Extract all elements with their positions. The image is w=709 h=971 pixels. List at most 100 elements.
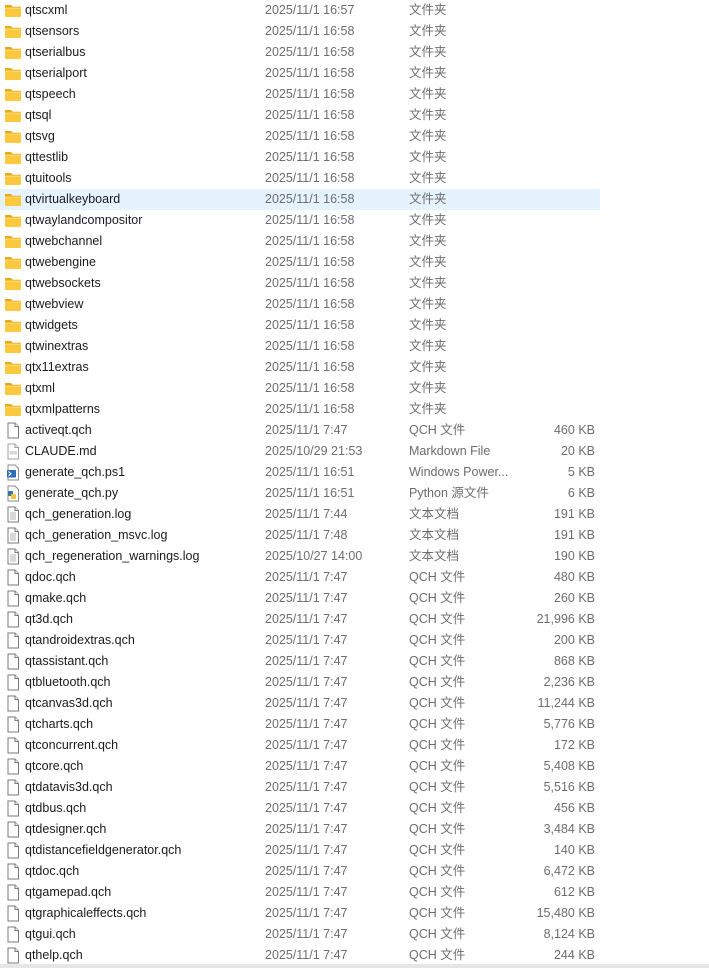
file-date: 2025/11/1 7:47: [265, 591, 348, 605]
file-row[interactable]: qtsensors 2025/11/1 16:58 文件夹: [0, 21, 600, 42]
file-type: 文件夹: [409, 297, 447, 311]
file-row[interactable]: qtgraphicaleffects.qch 2025/11/1 7:47 QCH …: [0, 903, 600, 924]
file-name: qdoc.qch: [25, 570, 76, 584]
file-type: QCH 文件: [409, 738, 466, 752]
file-icon: [4, 653, 22, 670]
file-size: 5,776 KB: [543, 717, 595, 731]
file-row[interactable]: qt3d.qch 2025/11/1 7:47 QCH 文件 21,996 KB: [0, 609, 600, 630]
file-row[interactable]: qch_generation.log 2025/11/1 7:44 文本文档 191 …: [0, 504, 600, 525]
file-row[interactable]: qtsql 2025/11/1 16:58 文件夹: [0, 105, 600, 126]
file-size: 244 KB: [553, 948, 595, 962]
file-row[interactable]: qtspeech 2025/11/1 16:58 文件夹: [0, 84, 600, 105]
file-icon: [4, 674, 22, 691]
file-row[interactable]: qtcore.qch 2025/11/1 7:47 QCH 文件 5,408 KB: [0, 756, 600, 777]
file-row[interactable]: qtdesigner.qch 2025/11/1 7:47 QCH 文件 3,484 …: [0, 819, 600, 840]
file-row[interactable]: qtwebengine 2025/11/1 16:58 文件夹: [0, 252, 600, 273]
file-row[interactable]: qtvirtualkeyboard 2025/11/1 16:58 文件夹: [0, 189, 600, 210]
file-name: qtcanvas3d.qch: [25, 696, 113, 710]
file-size: 460 KB: [553, 423, 595, 437]
horizontal-scrollbar[interactable]: [0, 964, 709, 968]
file-name: qtscxml: [25, 3, 68, 17]
file-row[interactable]: qtserialbus 2025/11/1 16:58 文件夹: [0, 42, 600, 63]
file-date: 2025/11/1 16:58: [265, 255, 355, 269]
file-type: 文件夹: [409, 213, 447, 227]
file-row[interactable]: qtx11extras 2025/11/1 16:58 文件夹: [0, 357, 600, 378]
file-row[interactable]: qdoc.qch 2025/11/1 7:47 QCH 文件 480 KB: [0, 567, 600, 588]
file-type: 文本文档: [409, 528, 460, 542]
file-name: qtcharts.qch: [25, 717, 94, 731]
file-row[interactable]: qthelp.qch 2025/11/1 7:47 QCH 文件 244 KB: [0, 945, 600, 966]
file-size: 140 KB: [553, 843, 595, 857]
file-row[interactable]: qtdatavis3d.qch 2025/11/1 7:47 QCH 文件 5,516…: [0, 777, 600, 798]
file-row[interactable]: qtuitools 2025/11/1 16:58 文件夹: [0, 168, 600, 189]
file-row[interactable]: qtwaylandcompositor 2025/11/1 16:58 文件夹: [0, 210, 600, 231]
file-name: qtwebview: [25, 297, 84, 311]
file-name: qtconcurrent.qch: [25, 738, 119, 752]
file-date: 2025/11/1 7:47: [265, 654, 348, 668]
file-type: QCH 文件: [409, 885, 466, 899]
file-size: 6 KB: [567, 486, 595, 500]
file-row[interactable]: qtxmlpatterns 2025/11/1 16:58 文件夹: [0, 399, 600, 420]
file-date: 2025/11/1 16:58: [265, 66, 355, 80]
file-row[interactable]: qtdistancefieldgenerator.qch 2025/11/1 7:…: [0, 840, 600, 861]
folder-icon: [4, 191, 22, 208]
file-date: 2025/11/1 7:47: [265, 423, 348, 437]
file-date: 2025/11/1 7:47: [265, 696, 348, 710]
folder-icon: [4, 128, 22, 145]
file-type: 文件夹: [409, 234, 447, 248]
file-type: QCH 文件: [409, 570, 466, 584]
folder-icon: [4, 107, 22, 124]
file-row[interactable]: qtcharts.qch 2025/11/1 7:47 QCH 文件 5,776 KB: [0, 714, 600, 735]
file-row[interactable]: qtdoc.qch 2025/11/1 7:47 QCH 文件 6,472 KB: [0, 861, 600, 882]
file-row[interactable]: qtbluetooth.qch 2025/11/1 7:47 QCH 文件 2,236…: [0, 672, 600, 693]
file-type: 文件夹: [409, 150, 447, 164]
file-row[interactable]: qtwinextras 2025/11/1 16:58 文件夹: [0, 336, 600, 357]
file-row[interactable]: qtscxml 2025/11/1 16:57 文件夹: [0, 0, 600, 21]
file-row[interactable]: generate_qch.ps1 2025/11/1 16:51 Windows P…: [0, 462, 600, 483]
file-name: qtxml: [25, 381, 55, 395]
powershell-file-icon: [4, 464, 22, 481]
file-type: 文件夹: [409, 402, 447, 416]
file-type: QCH 文件: [409, 948, 466, 962]
file-size: 3,484 KB: [543, 822, 595, 836]
file-row[interactable]: qtcanvas3d.qch 2025/11/1 7:47 QCH 文件 11,244…: [0, 693, 600, 714]
file-row[interactable]: qtconcurrent.qch 2025/11/1 7:47 QCH 文件 172 …: [0, 735, 600, 756]
file-date: 2025/11/1 7:47: [265, 759, 348, 773]
file-size: 6,472 KB: [543, 864, 595, 878]
file-row[interactable]: qtassistant.qch 2025/11/1 7:47 QCH 文件 868 K…: [0, 651, 600, 672]
file-row[interactable]: CLAUDE.md 2025/10/29 21:53 Markdown File 20…: [0, 441, 600, 462]
file-row[interactable]: qtgui.qch 2025/11/1 7:47 QCH 文件 8,124 KB: [0, 924, 600, 945]
file-row[interactable]: qch_generation_msvc.log 2025/11/1 7:48 文本文…: [0, 525, 600, 546]
file-row[interactable]: qtserialport 2025/11/1 16:58 文件夹: [0, 63, 600, 84]
file-row[interactable]: qtdbus.qch 2025/11/1 7:47 QCH 文件 456 KB: [0, 798, 600, 819]
file-size: 480 KB: [553, 570, 595, 584]
file-row[interactable]: qtwebview 2025/11/1 16:58 文件夹: [0, 294, 600, 315]
file-icon: [4, 800, 22, 817]
file-row[interactable]: qtwebchannel 2025/11/1 16:58 文件夹: [0, 231, 600, 252]
file-row[interactable]: qch_regeneration_warnings.log 2025/10/27 …: [0, 546, 600, 567]
file-name: qtdatavis3d.qch: [25, 780, 113, 794]
file-name: qtwidgets: [25, 318, 78, 332]
file-name: qthelp.qch: [25, 948, 83, 962]
file-row[interactable]: qtxml 2025/11/1 16:58 文件夹: [0, 378, 600, 399]
file-row[interactable]: qtwidgets 2025/11/1 16:58 文件夹: [0, 315, 600, 336]
file-row[interactable]: qtgamepad.qch 2025/11/1 7:47 QCH 文件 612 KB: [0, 882, 600, 903]
file-date: 2025/11/1 7:48: [265, 528, 348, 542]
file-row[interactable]: qttestlib 2025/11/1 16:58 文件夹: [0, 147, 600, 168]
file-date: 2025/11/1 7:47: [265, 738, 348, 752]
file-row[interactable]: qtsvg 2025/11/1 16:58 文件夹: [0, 126, 600, 147]
text-file-icon: [4, 506, 22, 523]
file-row[interactable]: qtandroidextras.qch 2025/11/1 7:47 QCH 文件 2…: [0, 630, 600, 651]
file-row[interactable]: generate_qch.py 2025/11/1 16:51 Python 源文件…: [0, 483, 600, 504]
folder-icon: [4, 254, 22, 271]
file-row[interactable]: qmake.qch 2025/11/1 7:47 QCH 文件 260 KB: [0, 588, 600, 609]
file-date: 2025/11/1 7:47: [265, 570, 348, 584]
python-file-icon: [4, 485, 22, 502]
file-date: 2025/11/1 16:58: [265, 297, 355, 311]
file-size: 5,516 KB: [543, 780, 595, 794]
file-row[interactable]: activeqt.qch 2025/11/1 7:47 QCH 文件 460 KB: [0, 420, 600, 441]
file-name: qtdistancefieldgenerator.qch: [25, 843, 182, 857]
file-row[interactable]: qtwebsockets 2025/11/1 16:58 文件夹: [0, 273, 600, 294]
file-name: qtsql: [25, 108, 52, 122]
file-type: QCH 文件: [409, 927, 466, 941]
